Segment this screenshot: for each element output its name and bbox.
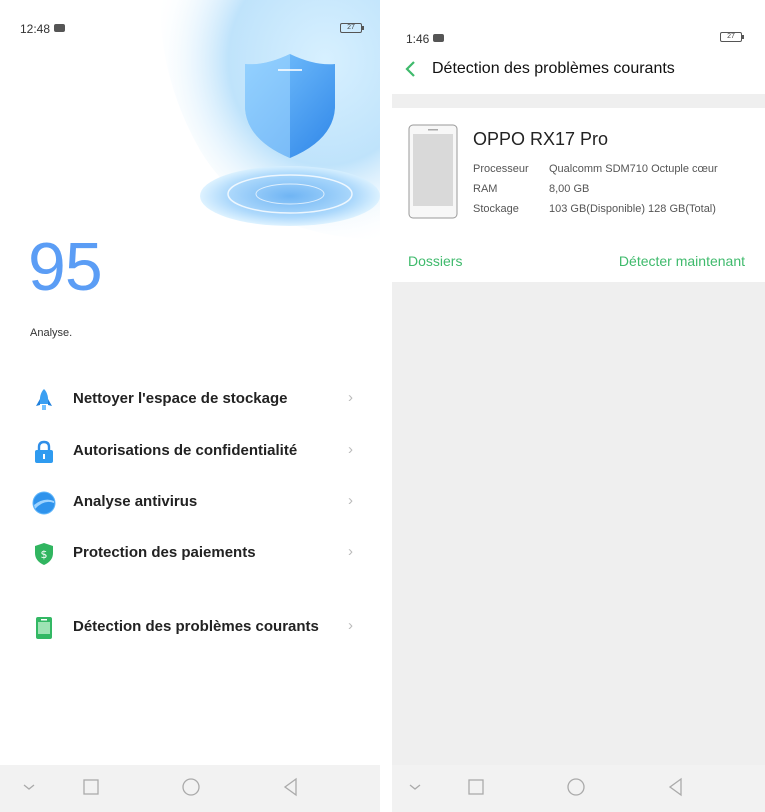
phone-manager-screen: 12:48 27 95 Analyse. Nettoyer l'espace d… bbox=[0, 0, 380, 812]
navigation-bar bbox=[392, 765, 765, 812]
chevron-down-icon[interactable] bbox=[18, 776, 40, 798]
lock-icon bbox=[35, 440, 53, 463]
device-phone-icon bbox=[408, 124, 458, 219]
menu-item-antivirus[interactable]: Analyse antivirus › bbox=[0, 479, 380, 527]
menu-item-label: Détection des problèmes courants bbox=[73, 618, 319, 635]
rocket-icon bbox=[36, 389, 52, 410]
payment-shield-icon: $ bbox=[35, 543, 53, 565]
home-button[interactable] bbox=[180, 776, 202, 798]
menu-item-label: Protection des paiements bbox=[73, 544, 256, 561]
svg-text:$: $ bbox=[41, 548, 48, 561]
menu-item-label: Nettoyer l'espace de stockage bbox=[73, 390, 288, 407]
score-label: Analyse. bbox=[30, 327, 73, 339]
status-time: 1:46 bbox=[406, 32, 445, 46]
navigation-bar bbox=[0, 765, 380, 812]
notification-icon bbox=[433, 34, 445, 42]
shield-illustration bbox=[160, 0, 380, 240]
menu-item-privacy-permissions[interactable]: Autorisations de confidentialité › bbox=[0, 428, 380, 476]
chevron-down-icon[interactable] bbox=[404, 776, 426, 798]
home-button[interactable] bbox=[565, 776, 587, 798]
results-area bbox=[392, 282, 765, 765]
spec-processor: Processeur Qualcomm SDM710 Octuple cœur bbox=[473, 163, 718, 175]
common-issues-screen: 1:46 27 Détection des problèmes courants… bbox=[392, 0, 765, 812]
notification-icon bbox=[54, 24, 66, 32]
back-button[interactable] bbox=[665, 776, 687, 798]
menu-item-label: Autorisations de confidentialité bbox=[73, 442, 298, 459]
recents-button[interactable] bbox=[465, 776, 487, 798]
device-name: OPPO RX17 Pro bbox=[473, 129, 609, 149]
menu-item-label: Analyse antivirus bbox=[73, 493, 198, 510]
detect-now-button[interactable]: Détecter maintenant bbox=[619, 253, 745, 269]
chevron-right-icon: › bbox=[348, 389, 353, 406]
chevron-right-icon: › bbox=[348, 441, 353, 458]
phone-check-icon bbox=[36, 617, 52, 639]
spec-ram: RAM 8,00 GB bbox=[473, 183, 590, 195]
battery-icon: 27 bbox=[340, 23, 364, 33]
recents-button[interactable] bbox=[80, 776, 102, 798]
menu-item-payment-protection[interactable]: $ Protection des paiements › bbox=[0, 530, 380, 578]
chevron-right-icon: › bbox=[348, 543, 353, 560]
section-divider bbox=[392, 94, 765, 108]
shield-hero-banner bbox=[0, 0, 380, 260]
status-time: 12:48 bbox=[20, 22, 66, 36]
spec-storage: Stockage 103 GB(Disponible) 128 GB(Total) bbox=[473, 203, 716, 215]
back-button[interactable] bbox=[280, 776, 302, 798]
menu-item-clean-storage[interactable]: Nettoyer l'espace de stockage › bbox=[0, 376, 380, 424]
folders-link[interactable]: Dossiers bbox=[408, 253, 462, 269]
menu-item-common-issues[interactable]: Détection des problèmes courants › bbox=[0, 604, 380, 652]
chevron-right-icon: › bbox=[348, 617, 353, 634]
page-title: Détection des problèmes courants bbox=[432, 60, 675, 77]
security-score: 95 bbox=[28, 229, 103, 305]
antivirus-icon bbox=[32, 491, 56, 515]
chevron-right-icon: › bbox=[348, 492, 353, 509]
battery-icon: 27 bbox=[720, 32, 744, 42]
back-arrow-icon[interactable] bbox=[404, 60, 418, 78]
title-bar: Détection des problèmes courants bbox=[392, 56, 765, 86]
